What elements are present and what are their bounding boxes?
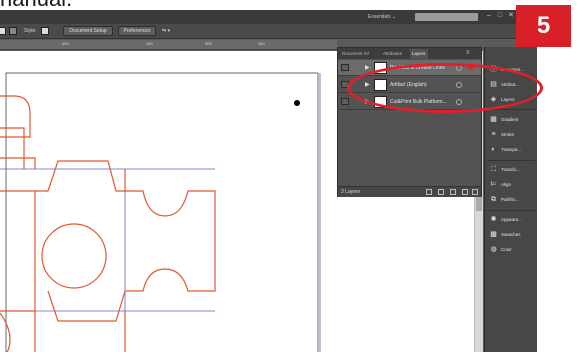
gradient-icon: ▦ xyxy=(490,116,497,123)
dock-label: Transpa... xyxy=(501,147,522,152)
arrange-icon[interactable]: ⇆ ▾ xyxy=(162,26,170,36)
dieline-tab xyxy=(0,95,31,138)
dieline-bottom-flap xyxy=(47,290,126,322)
dock-item-color[interactable]: ◍ Color xyxy=(487,243,537,256)
step-number-badge: 5 xyxy=(516,5,571,47)
dieline-flap xyxy=(0,127,25,169)
close-icon[interactable]: ✕ xyxy=(507,12,515,20)
dock-item-transparency[interactable]: ◐ Transpa... xyxy=(487,143,537,156)
transparency-icon: ◐ xyxy=(491,146,496,153)
ruler-tick: 200 xyxy=(62,41,69,46)
dieline-paths xyxy=(0,95,216,352)
style-swatch[interactable] xyxy=(41,27,49,35)
dock-label: Pathfin... xyxy=(501,197,519,202)
document-setup-button[interactable]: Document Setup xyxy=(63,26,113,36)
dieline-lens-circle xyxy=(41,223,107,289)
tab-document-info[interactable]: Document Inf xyxy=(340,49,371,59)
tab-attributes[interactable]: Attributes xyxy=(381,49,404,59)
color-icon: ◍ xyxy=(490,246,497,253)
maximize-icon[interactable]: □ xyxy=(496,12,504,20)
visibility-eye-icon[interactable] xyxy=(341,98,349,105)
visibility-eye-icon[interactable] xyxy=(341,64,349,71)
panel-footer: 3 Layers xyxy=(338,186,481,197)
dock-label: Swatches xyxy=(501,232,521,237)
dieline-edge xyxy=(0,157,36,169)
panel-tabs: Document Inf Attributes Layers ≡ xyxy=(338,48,481,59)
layer-count: 3 Layers xyxy=(341,189,361,195)
search-input[interactable] xyxy=(415,13,478,21)
ruler-tick: 300 xyxy=(205,41,212,46)
illustrator-window: Essentials ⌄ – □ ✕ Style: Document Setup… xyxy=(0,10,543,352)
appearance-icon: ✺ xyxy=(490,216,497,223)
panel-menu-icon[interactable]: ≡ xyxy=(466,48,470,58)
workspace-switcher[interactable]: Essentials ⌄ xyxy=(368,12,406,22)
dock-item-transform[interactable]: ⛶ Transfo... xyxy=(487,163,537,176)
dock-label: Stroke xyxy=(501,132,515,137)
locate-object-icon[interactable] xyxy=(426,189,432,195)
tab-layers[interactable]: Layers xyxy=(410,49,428,59)
control-bar: Style: Document Setup Preferences ⇆ ▾ xyxy=(0,24,537,39)
clipping-mask-icon[interactable] xyxy=(438,189,444,195)
dieline-top-flap xyxy=(35,160,125,192)
menu-bar: Essentials ⌄ – □ ✕ xyxy=(0,10,537,24)
ruler-tick: 250 xyxy=(146,41,153,46)
dieline-left-panel xyxy=(0,190,36,312)
ruler-tick: 350 xyxy=(258,41,265,46)
align-icon: ⊨ xyxy=(490,181,497,188)
horizontal-ruler: 200 250 300 350 xyxy=(0,40,337,50)
new-sublayer-icon[interactable] xyxy=(450,189,456,195)
dock-label: Gradient xyxy=(501,117,519,122)
registration-mark xyxy=(294,100,300,106)
stroke-swatch[interactable] xyxy=(9,27,17,35)
artboard-border xyxy=(5,72,319,352)
dock-label: Appeara... xyxy=(501,217,522,222)
stroke-icon: ≡ xyxy=(491,131,496,138)
fill-swatch[interactable] xyxy=(0,27,6,35)
swatches-icon: ▩ xyxy=(490,231,497,238)
highlight-ellipse xyxy=(347,63,543,113)
preferences-button[interactable]: Preferences xyxy=(118,26,156,36)
style-label: Style: xyxy=(24,28,37,34)
dock-item-stroke[interactable]: ≡ Stroke xyxy=(487,128,537,141)
dock-item-swatches[interactable]: ▩ Swatches xyxy=(487,228,537,241)
minimize-icon[interactable]: – xyxy=(485,12,493,20)
dock-label: Transfo... xyxy=(501,167,520,172)
transform-icon: ⛶ xyxy=(491,166,496,173)
dock-item-pathfinder[interactable]: ⧉ Pathfin... xyxy=(487,193,537,206)
pathfinder-icon: ⧉ xyxy=(491,196,496,203)
new-layer-icon[interactable] xyxy=(462,189,468,195)
dieline-curve xyxy=(0,312,11,352)
dock-item-appearance[interactable]: ✺ Appeara... xyxy=(487,213,537,226)
dock-separator xyxy=(487,160,535,161)
dieline-side-panel xyxy=(124,169,216,292)
dock-separator xyxy=(487,210,535,211)
dock-label: Align xyxy=(501,182,512,187)
delete-layer-icon[interactable] xyxy=(472,189,478,195)
dock-label: Color xyxy=(501,247,512,252)
dock-item-gradient[interactable]: ▦ Gradient xyxy=(487,113,537,126)
dock-item-align[interactable]: ⊨ Align xyxy=(487,178,537,191)
